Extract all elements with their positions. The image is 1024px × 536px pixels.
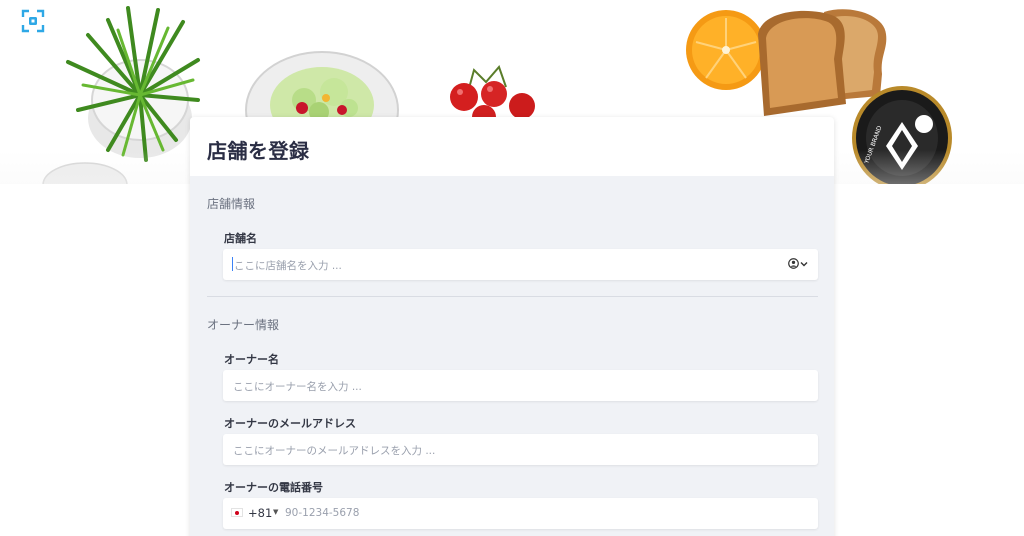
owner-name-input[interactable]: ここにオーナー名を入力 ...: [223, 370, 818, 401]
owner-email-placeholder: ここにオーナーのメールアドレスを入力 ...: [233, 445, 436, 457]
salad-image: [245, 51, 399, 120]
store-info-section-title: 店舗情報: [207, 197, 256, 211]
store-name-placeholder: ここに店舗名を入力 ...: [234, 260, 342, 272]
text-caret: [232, 257, 233, 271]
caret-down-icon[interactable]: ▼: [273, 508, 278, 516]
owner-email-label: オーナーのメールアドレス: [224, 417, 356, 430]
scan-frame-icon[interactable]: [21, 9, 45, 33]
tomatoes-image: [450, 65, 535, 122]
chevron-down-icon: [800, 261, 808, 266]
register-store-card: 店舗を登録 店舗情報 店舗名 ここに店舗名を入力 ... オーナー情報 オーナー…: [190, 117, 834, 536]
owner-name-placeholder: ここにオーナー名を入力 ...: [233, 381, 362, 393]
owner-info-section-title: オーナー情報: [207, 318, 280, 332]
owner-phone-label: オーナーの電話番号: [224, 481, 323, 494]
owner-email-input[interactable]: ここにオーナーのメールアドレスを入力 ...: [223, 434, 818, 465]
account-circle-icon: [788, 258, 799, 269]
japan-flag-icon[interactable]: [231, 508, 243, 517]
autofill-account-button[interactable]: [788, 258, 808, 269]
card-header: 店舗を登録: [190, 117, 834, 176]
phone-placeholder: 90-1234-5678: [285, 507, 360, 519]
page-title: 店舗を登録: [207, 139, 310, 163]
store-name-input[interactable]: ここに店舗名を入力 ...: [223, 249, 818, 280]
owner-phone-input[interactable]: +81 ▼ 90-1234-5678: [223, 498, 818, 529]
store-name-label: 店舗名: [224, 232, 257, 245]
section-divider: [207, 296, 818, 297]
owner-name-label: オーナー名: [224, 353, 279, 366]
country-code-select[interactable]: +81: [248, 506, 272, 520]
